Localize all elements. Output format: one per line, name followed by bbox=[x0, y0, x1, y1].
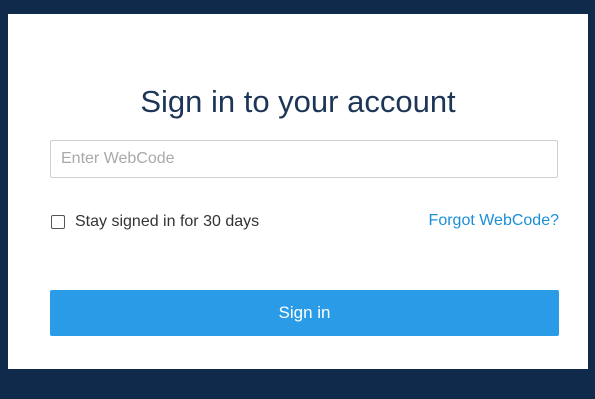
page-title: Sign in to your account bbox=[140, 84, 456, 119]
stay-signed-in-label: Stay signed in for 30 days bbox=[75, 213, 260, 230]
stay-signed-in-checkbox[interactable] bbox=[51, 215, 65, 229]
webcode-input[interactable] bbox=[50, 140, 558, 178]
stay-signed-in-option[interactable]: Stay signed in for 30 days bbox=[51, 210, 259, 234]
sign-in-button[interactable]: Sign in bbox=[50, 290, 559, 336]
forgot-webcode-link[interactable]: Forgot WebCode? bbox=[429, 212, 559, 230]
login-card: Sign in to your account Stay signed in f… bbox=[8, 14, 588, 369]
